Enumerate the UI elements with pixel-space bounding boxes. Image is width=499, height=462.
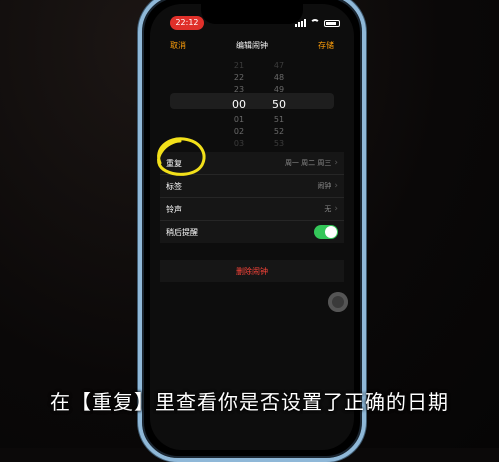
assistive-touch-button[interactable]	[328, 292, 348, 312]
label-value: 闹钟	[317, 182, 332, 190]
status-icons	[295, 16, 340, 30]
notch	[201, 4, 303, 24]
hour-option[interactable]: 02	[224, 126, 254, 138]
minute-option[interactable]: 49	[264, 84, 294, 96]
time-picker[interactable]: 21 22 23 00 01 02 03 47 48 49 50 51 52 5…	[150, 60, 354, 148]
snooze-toggle[interactable]	[314, 225, 338, 239]
chevron-right-icon: ›	[334, 204, 338, 214]
sound-value: 无	[324, 205, 332, 213]
minute-option[interactable]: 53	[264, 138, 294, 150]
chevron-right-icon: ›	[334, 158, 338, 168]
hour-column[interactable]: 21 22 23 00 01 02 03	[224, 60, 254, 150]
highlight-circle-annotation	[157, 137, 206, 176]
sound-value-group: 无 ›	[324, 204, 338, 214]
snooze-label: 稍后提醒	[166, 227, 198, 237]
delete-alarm-button[interactable]: 删除闹钟	[160, 260, 344, 282]
hour-option[interactable]: 22	[224, 72, 254, 84]
selected-hour[interactable]: 00	[224, 96, 254, 114]
label-value-group: 闹钟 ›	[317, 181, 338, 191]
chevron-right-icon: ›	[334, 181, 338, 191]
repeat-value: 周一 周二 周三	[284, 159, 332, 167]
nav-bar: 取消 编辑闹钟 存储	[150, 40, 354, 56]
battery-icon	[324, 19, 340, 27]
wifi-icon	[310, 19, 320, 27]
minute-option[interactable]: 51	[264, 114, 294, 126]
minute-option[interactable]: 48	[264, 72, 294, 84]
minute-column[interactable]: 47 48 49 50 51 52 53	[264, 60, 294, 150]
signal-icon	[295, 19, 306, 27]
label-label: 标签	[166, 181, 182, 191]
save-button[interactable]: 存储	[318, 40, 334, 51]
selected-minute[interactable]: 50	[264, 96, 294, 114]
hour-option[interactable]: 03	[224, 138, 254, 150]
caption-subtitle: 在【重复】里查看你是否设置了正确的日期	[50, 390, 449, 414]
snooze-row: 稍后提醒	[160, 221, 344, 243]
sound-label: 铃声	[166, 204, 182, 214]
minute-option[interactable]: 52	[264, 126, 294, 138]
status-time: 22:12	[170, 16, 204, 30]
hour-option[interactable]: 01	[224, 114, 254, 126]
hour-option[interactable]: 23	[224, 84, 254, 96]
minute-option[interactable]: 47	[264, 60, 294, 72]
sound-row[interactable]: 铃声 无 ›	[160, 198, 344, 221]
repeat-value-group: 周一 周二 周三 ›	[285, 158, 338, 168]
hour-option[interactable]: 21	[224, 60, 254, 72]
